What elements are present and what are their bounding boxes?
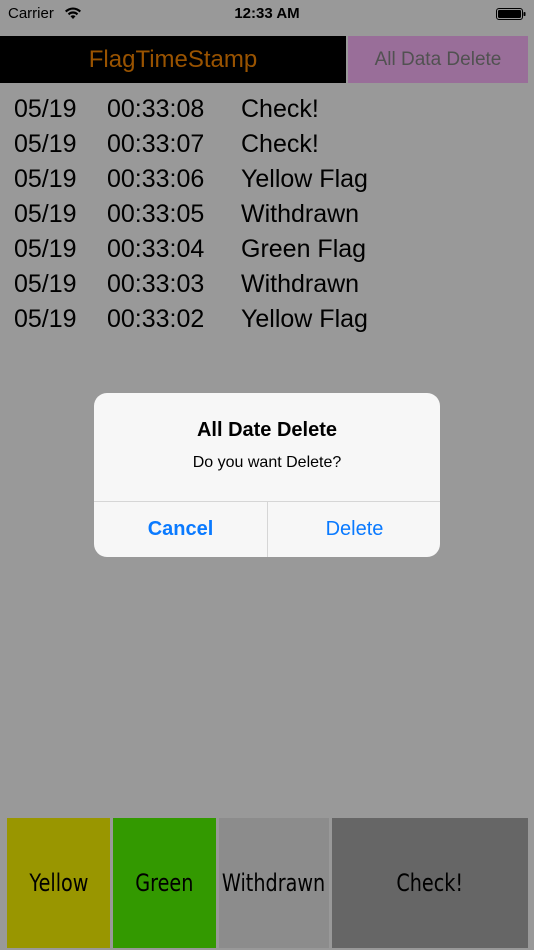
cancel-button[interactable]: Cancel <box>94 502 267 557</box>
dialog-title: All Date Delete <box>196 419 338 441</box>
dialog-message: Do you want Delete? <box>192 454 342 471</box>
delete-button[interactable]: Delete <box>268 502 440 557</box>
delete-confirm-dialog: All Date Delete Do you want Delete? Canc… <box>94 393 440 557</box>
